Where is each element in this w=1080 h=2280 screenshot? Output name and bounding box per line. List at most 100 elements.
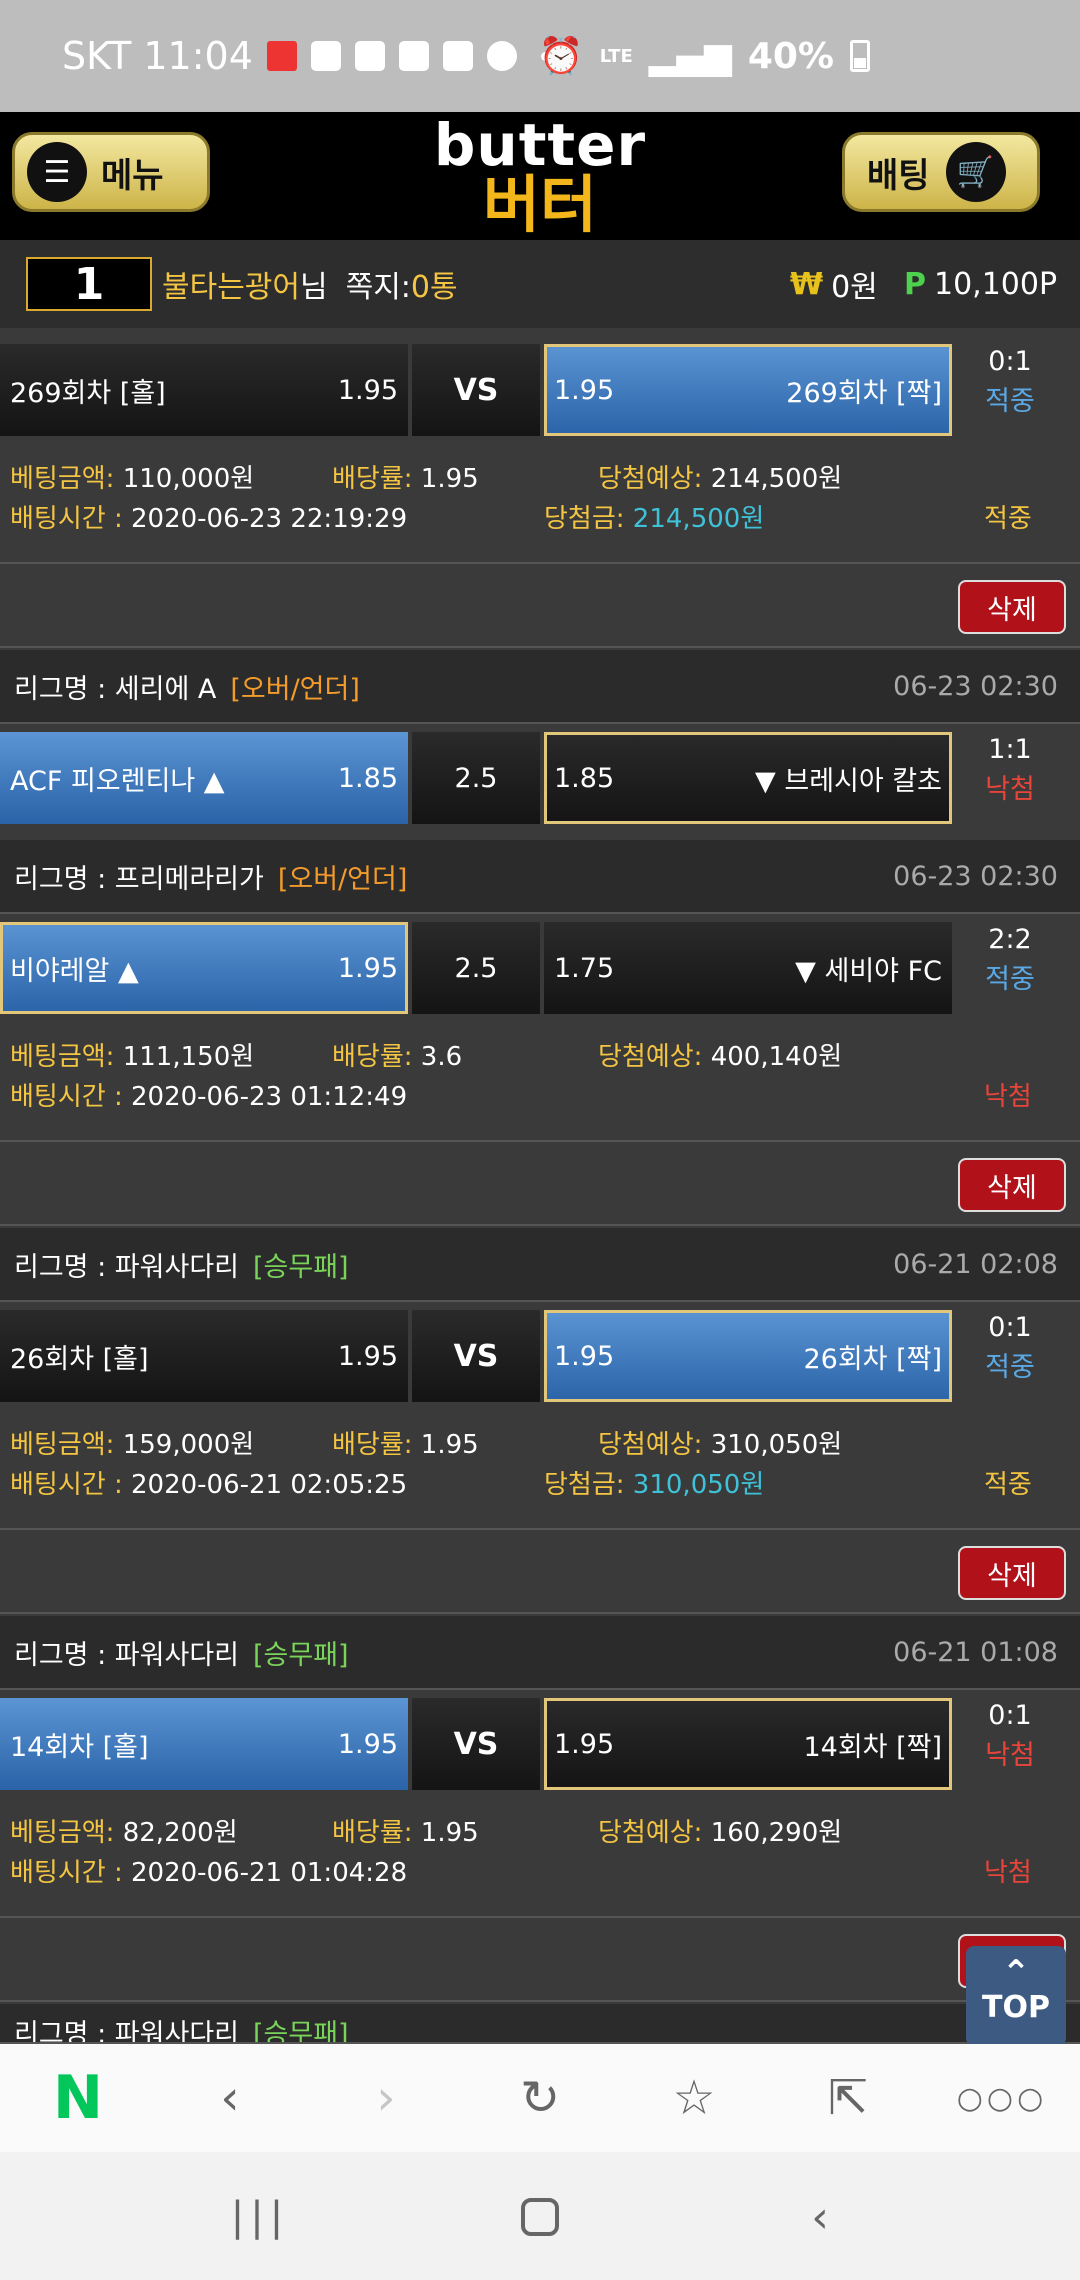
delete-button[interactable]: 삭제 [958,1158,1066,1212]
delete-row: 삭제 [0,566,1080,648]
lte-icon: LTE [599,45,633,67]
home-team-cell[interactable]: 14회차 [홀] 1.95 [0,1698,408,1790]
away-odds: 1.75 [554,952,615,984]
middle-cell: VS [412,1698,540,1790]
rate-label: 배당률: [332,1430,413,1460]
match-result: 0:1 적중 [960,1308,1060,1388]
naver-home-button[interactable]: N [48,2063,108,2133]
middle-value: 2.5 [454,762,498,794]
match-result: 1:1 낙첨 [960,730,1060,810]
home-team: 14회차 [홀] [10,1731,149,1763]
amount: 82,200원 [122,1818,238,1848]
share-icon[interactable]: ⇱ [818,2068,878,2128]
match-result: 0:1 적중 [960,342,1060,422]
user-info-bar: 1 불타는광어 님 쪽지:0통 ₩ 0원 P 10,100P [0,240,1080,328]
rate-label: 배당률: [332,1818,413,1848]
win-label: 당첨금: [544,1470,625,1500]
score: 0:1 [988,1312,1032,1343]
message-count[interactable]: 쪽지:0통 [346,262,458,306]
back-icon[interactable]: ‹ [200,2068,260,2128]
home-team-cell[interactable]: ACF 피오렌티나 ▲ 1.85 [0,732,408,824]
league-name: 세리에 A [114,673,217,705]
league-name: 파워사다리 [114,1639,239,1671]
home-team-cell[interactable]: 269회차 [홀] 1.95 [0,344,408,436]
home-team-cell[interactable]: 26회차 [홀] 1.95 [0,1310,408,1402]
status-bar: SKT 11:04 ⏰ LTE ▂▄▆ 40% [0,0,1080,112]
league-date: 06-23 02:30 [893,860,1058,892]
rate-label: 배당률: [332,464,413,494]
home-odds: 1.85 [337,762,398,794]
list-icon: ☰ [27,142,87,202]
rate: 1.95 [420,1818,479,1848]
away-team: 26회차 [짝] [803,1343,942,1375]
league-name: 프리메라리가 [114,863,264,895]
megaphone-icon [266,41,297,71]
nav-back-icon[interactable]: ‹ [790,2192,850,2243]
amount: 110,000원 [122,464,255,494]
expected-label: 당첨예상: [598,1430,703,1460]
match-result: 2:2 적중 [960,920,1060,1000]
refresh-icon[interactable]: ↻ [510,2068,570,2128]
home-odds: 1.95 [337,952,398,984]
home-team: 269회차 [홀] [10,377,166,409]
away-team-cell[interactable]: 1.95 26회차 [짝] [544,1310,952,1402]
middle-value: VS [453,1726,499,1762]
expected-label: 당첨예상: [598,1042,703,1072]
cash-value: 0원 [831,270,878,305]
expected-label: 당첨예상: [598,1818,703,1848]
league-label: 리그명 : [14,2019,107,2044]
gallery-icon [354,41,385,71]
middle-cell: VS [412,1310,540,1402]
away-team-cell[interactable]: 1.95 269회차 [짝] [544,344,952,436]
league-label: 리그명 : [14,863,107,895]
time-label: 배팅시간 : [10,1470,123,1500]
outcome: 적중 [985,1352,1035,1383]
score: 2:2 [988,924,1032,955]
recent-apps-icon[interactable]: ||| [230,2192,290,2242]
delete-button[interactable]: 삭제 [958,1546,1066,1600]
scroll-top-button[interactable]: ⌃ TOP [966,1946,1066,2046]
logo[interactable]: butter 버터 [420,116,660,236]
bet-cart-button[interactable]: 배팅 🛒 [842,132,1040,212]
bet-status: 낙첨 [984,1858,1032,1888]
win-amount: 310,050원 [632,1470,765,1500]
app-header: ☰ 메뉴 butter 버터 배팅 🛒 [0,112,1080,240]
league-header: 리그명 : 프리메라리가 [오버/언더] 06-23 02:30 [0,840,1080,914]
rate: 1.95 [420,464,479,494]
league-header: 리그명 : 파워사다리 [승무패] 06-2 [0,2004,1080,2044]
home-icon[interactable] [510,2192,570,2242]
bet-time: 2020-06-21 02:05:25 [130,1470,408,1500]
score: 0:1 [988,346,1032,377]
match-result: 0:1 낙첨 [960,1696,1060,1776]
more-icon[interactable]: ○○○ [957,2068,1044,2128]
bet-time: 2020-06-21 01:04:28 [130,1858,408,1888]
star-icon[interactable]: ☆ [664,2068,724,2128]
menu-label: 메뉴 [101,155,164,196]
score: 0:1 [988,1700,1032,1731]
away-team: 14회차 [짝] [803,1731,942,1763]
bet-type: [오버/언더] [277,863,408,895]
signal-icon: ▂▄▆ [648,35,732,77]
user-suffix: 님 [300,270,328,305]
away-odds: 1.95 [554,374,615,406]
delete-row: 삭제 [0,1144,1080,1226]
expected-label: 당첨예상: [598,464,703,494]
outcome: 낙첨 [985,774,1035,805]
match-row: ACF 피오렌티나 ▲ 1.85 2.5 1.85 ▼ 브레시아 칼초 1:1 … [0,728,1080,828]
home-team-cell[interactable]: 비야레알 ▲ 1.95 [0,922,408,1014]
home-odds: 1.95 [337,1728,398,1760]
menu-button[interactable]: ☰ 메뉴 [12,132,210,212]
league-header: 리그명 : 파워사다리 [승무패] 06-21 01:08 [0,1616,1080,1690]
delete-button[interactable]: 삭제 [958,580,1066,634]
away-team: 269회차 [짝] [786,377,942,409]
rate-label: 배당률: [332,1042,413,1072]
forward-icon[interactable]: › [356,2068,416,2128]
away-team: ▼ 세비야 FC [795,955,942,987]
point-value: 10,100P [934,266,1058,302]
away-team-cell[interactable]: 1.85 ▼ 브레시아 칼초 [544,732,952,824]
league-label: 리그명 : [14,1639,107,1671]
away-team-cell[interactable]: 1.75 ▼ 세비야 FC [544,922,952,1014]
away-team-cell[interactable]: 1.95 14회차 [짝] [544,1698,952,1790]
home-team: 비야레알 ▲ [10,955,139,987]
league-label: 리그명 : [14,1251,107,1283]
